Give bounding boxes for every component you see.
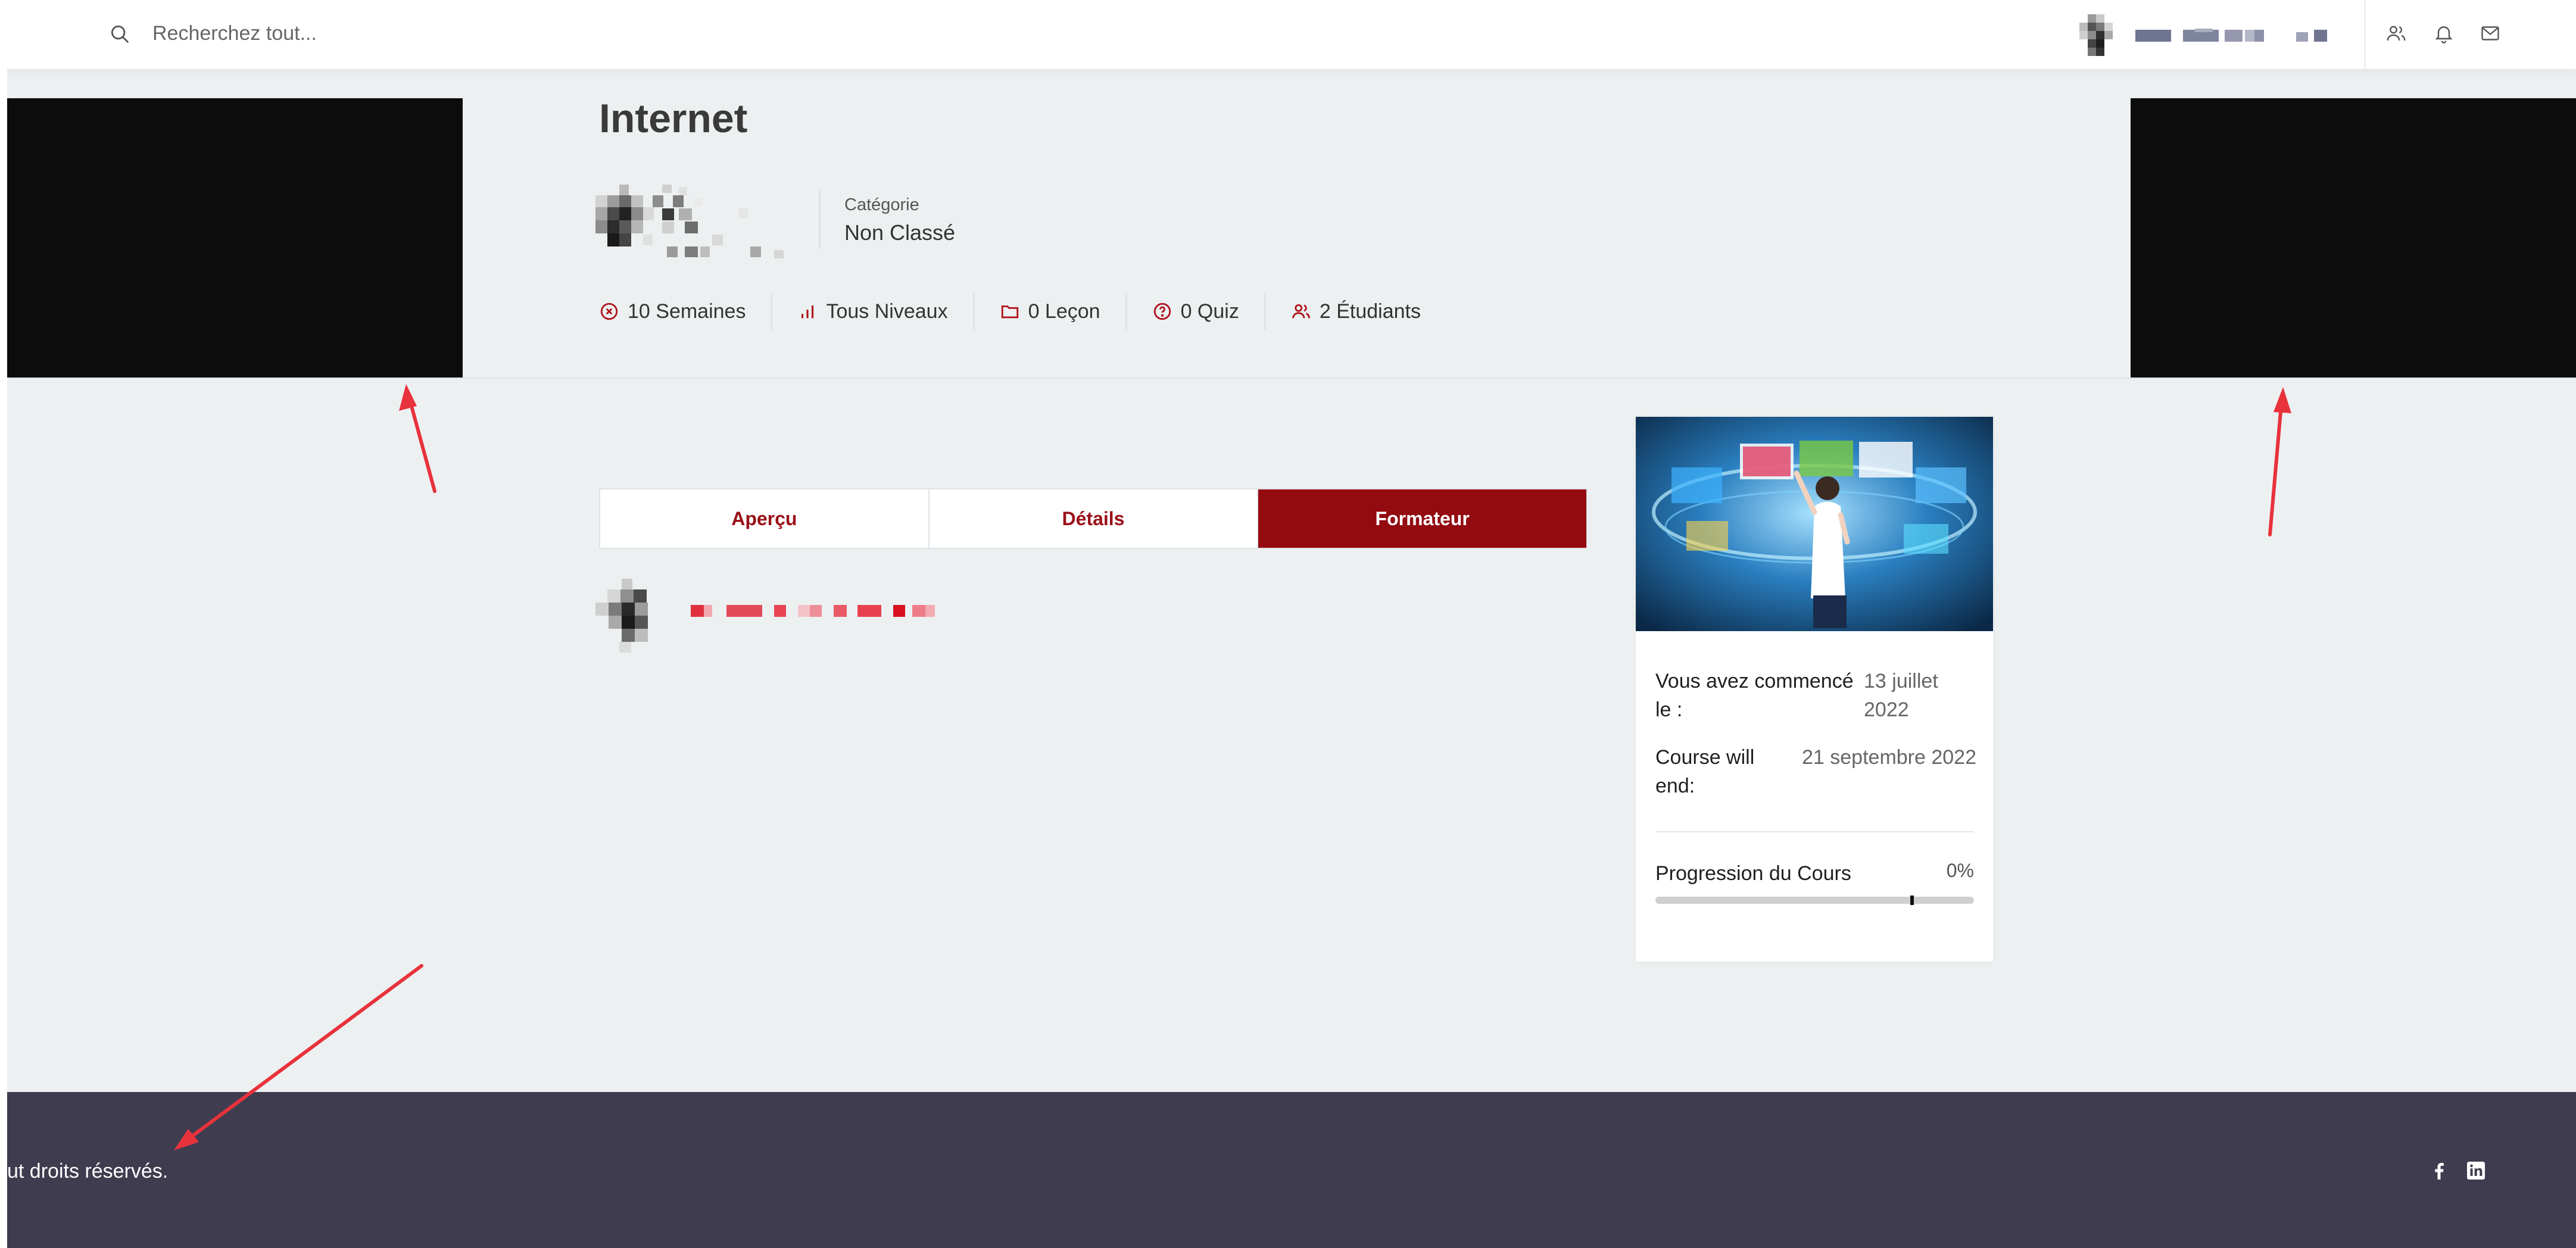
bell-icon[interactable]	[2433, 23, 2455, 44]
course-title: Internet	[599, 96, 748, 141]
tab-instructor[interactable]: Formateur	[1258, 489, 1587, 548]
users-icon[interactable]	[2385, 23, 2407, 44]
mail-icon[interactable]	[2480, 23, 2501, 44]
footer-copyright: ut droits réservés.	[7, 1160, 169, 1183]
card-separator	[1655, 831, 1974, 832]
progress-marker	[1910, 896, 1914, 905]
progress-bar	[1655, 896, 1974, 905]
stat-lessons-label: 0 Leçon	[1028, 299, 1100, 323]
hero-divider	[7, 377, 2576, 379]
linkedin-icon[interactable]	[2464, 1159, 2488, 1183]
end-value: 21 septembre 2022	[1802, 746, 1976, 769]
user-name-pixelated[interactable]	[2135, 27, 2350, 43]
started-value: 13 juillet 2022	[1864, 670, 1938, 721]
stat-lessons: 0 Leçon	[972, 293, 1125, 330]
annotation-arrowhead-left	[399, 384, 417, 411]
category-value[interactable]: Non Classé	[844, 220, 955, 245]
page-left-edge	[0, 0, 7, 1248]
started-row: Vous avez commencé le : 13 juillet 2022	[1655, 667, 1977, 726]
top-bar	[7, 0, 2576, 69]
annotation-arrowhead-right	[2274, 387, 2291, 413]
search-icon[interactable]	[108, 23, 131, 45]
avatar[interactable]	[2075, 14, 2125, 56]
meta-divider	[819, 189, 821, 249]
topbar-divider	[2364, 0, 2366, 69]
question-circle-icon	[1153, 302, 1171, 320]
clock-cancel-icon	[600, 302, 618, 320]
annotation-arrow-left	[406, 391, 436, 493]
stat-students-label: 2 Étudiants	[1319, 299, 1421, 323]
stat-quizzes: 0 Quiz	[1125, 293, 1264, 330]
started-label: Vous avez commencé le :	[1655, 670, 1854, 721]
tab-overview[interactable]: Aperçu	[600, 489, 930, 548]
progress-label: Progression du Cours	[1655, 862, 1851, 885]
stat-duration-label: 10 Semaines	[628, 299, 746, 323]
course-enrollment-card: Vous avez commencé le : 13 juillet 2022 …	[1636, 417, 1993, 962]
course-stats: 10 Semaines Tous Niveaux 0 Leçon 0 Quiz …	[599, 293, 1446, 330]
course-tabs: Aperçu Détails Formateur	[599, 488, 1588, 549]
footer: ut droits réservés.	[7, 1092, 2576, 1248]
redacted-black-panel-left	[7, 98, 463, 378]
instructor-photo-pixelated	[595, 579, 660, 653]
stat-duration: 10 Semaines	[599, 293, 771, 330]
stat-level-label: Tous Niveaux	[826, 299, 948, 323]
annotation-arrow-right	[2268, 396, 2284, 536]
redacted-black-panel-right	[2131, 98, 2576, 378]
stat-level: Tous Niveaux	[771, 293, 972, 330]
tab-details[interactable]: Détails	[930, 489, 1259, 548]
stat-students: 2 Étudiants	[1264, 293, 1446, 330]
instructor-avatar-pixelated	[595, 185, 792, 260]
instructor-name-pixelated[interactable]	[691, 604, 941, 618]
students-icon	[1292, 304, 1310, 319]
end-label: Course will end:	[1655, 746, 1755, 797]
bar-chart-icon	[802, 305, 814, 319]
end-row: Course will end: 21 septembre 2022	[1655, 743, 1977, 803]
facebook-icon[interactable]	[2427, 1159, 2451, 1183]
category-label: Catégorie	[844, 195, 919, 214]
progress-percent: 0%	[1946, 860, 1974, 881]
search-input[interactable]	[152, 18, 629, 49]
stat-quizzes-label: 0 Quiz	[1180, 299, 1239, 323]
course-image	[1636, 417, 1993, 631]
folder-icon	[1001, 305, 1018, 319]
